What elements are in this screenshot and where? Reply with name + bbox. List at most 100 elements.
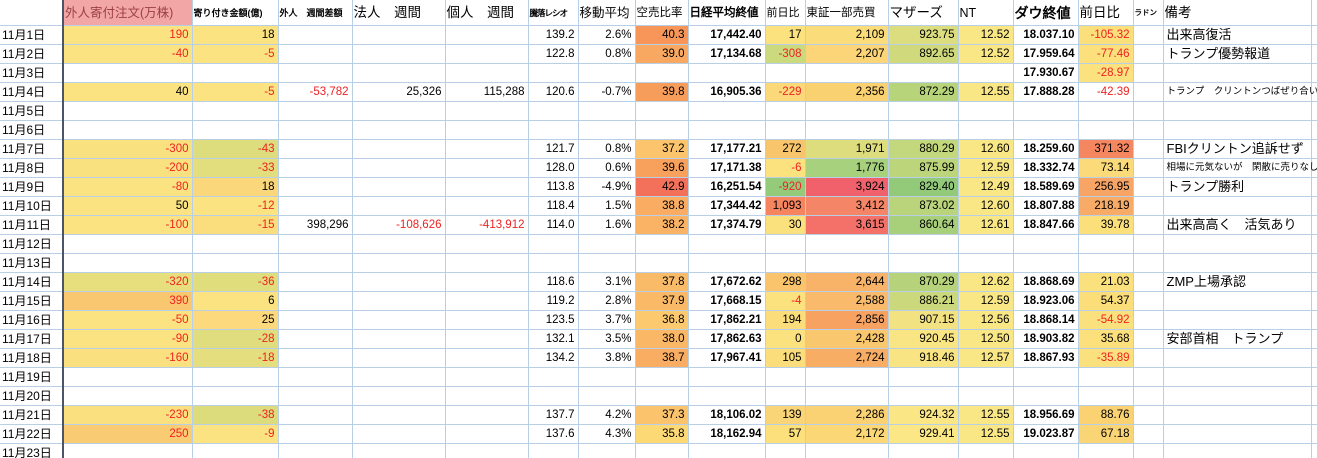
cell-opening_amount[interactable] [192, 101, 278, 120]
cell-nikkei_chg[interactable]: -6 [765, 158, 805, 177]
cell-tse1_volume[interactable]: 2,856 [805, 310, 888, 329]
cell-mothers[interactable]: 929.41 [888, 424, 958, 443]
cell-tse1_volume[interactable] [805, 253, 888, 272]
cell-nikkei_close[interactable] [688, 386, 765, 405]
cell-opening_amount[interactable]: -38 [192, 405, 278, 424]
cell-gaijin_order[interactable]: 190 [63, 25, 192, 44]
cell-nikkei_chg[interactable]: -920 [765, 177, 805, 196]
cell-short_ratio[interactable]: 37.8 [635, 272, 688, 291]
cell-nikkei_close[interactable]: 17,672.62 [688, 272, 765, 291]
cell-nt[interactable] [958, 101, 1013, 120]
cell-corp_weekly[interactable] [352, 272, 445, 291]
cell-mothers[interactable] [888, 443, 958, 458]
cell-tse1_volume[interactable] [805, 101, 888, 120]
cell-dow_close[interactable]: 18.037.10 [1013, 25, 1078, 44]
cell-foreign_weekly[interactable] [278, 424, 352, 443]
col-header-edge[interactable] [1311, 0, 1317, 25]
row-label[interactable]: 11月6日 [0, 120, 63, 139]
cell-dow_chg[interactable]: 21.03 [1078, 272, 1133, 291]
cell-indiv_weekly[interactable] [445, 443, 528, 458]
cell-remarks[interactable] [1163, 196, 1311, 215]
cell-radon[interactable] [1133, 367, 1163, 386]
cell-remarks[interactable]: 相場に元気ないが 閑散に売りなし [1163, 158, 1311, 177]
cell-foreign_weekly[interactable] [278, 405, 352, 424]
cell-dow_chg[interactable]: -28.97 [1078, 63, 1133, 82]
cell-moving_avg[interactable]: 3.7% [578, 310, 635, 329]
cell-gaijin_order[interactable]: -320 [63, 272, 192, 291]
col-header-short_ratio[interactable]: 空売比率 [635, 0, 688, 25]
cell-remarks[interactable] [1163, 310, 1311, 329]
cell-short_ratio[interactable]: 38.7 [635, 348, 688, 367]
cell-foreign_weekly[interactable]: 398,296 [278, 215, 352, 234]
cell-nikkei_chg[interactable] [765, 443, 805, 458]
cell-updown_ratio[interactable]: 137.7 [528, 405, 578, 424]
cell-foreign_weekly[interactable] [278, 139, 352, 158]
cell-gaijin_order[interactable]: -40 [63, 44, 192, 63]
cell-updown_ratio[interactable] [528, 120, 578, 139]
cell-gaijin_order[interactable] [63, 367, 192, 386]
cell-updown_ratio[interactable] [528, 367, 578, 386]
cell-radon[interactable] [1133, 329, 1163, 348]
cell-tse1_volume[interactable]: 2,172 [805, 424, 888, 443]
cell-dow_close[interactable] [1013, 367, 1078, 386]
cell-corp_weekly[interactable] [352, 443, 445, 458]
cell-corp_weekly[interactable] [352, 63, 445, 82]
cell-opening_amount[interactable]: -18 [192, 348, 278, 367]
cell-edge[interactable] [1311, 177, 1317, 196]
cell-radon[interactable] [1133, 139, 1163, 158]
cell-nt[interactable]: 12.61 [958, 215, 1013, 234]
cell-tse1_volume[interactable] [805, 63, 888, 82]
cell-tse1_volume[interactable] [805, 443, 888, 458]
cell-nikkei_close[interactable] [688, 367, 765, 386]
cell-opening_amount[interactable]: -33 [192, 158, 278, 177]
cell-dow_chg[interactable]: 88.76 [1078, 405, 1133, 424]
col-header-date[interactable] [0, 0, 63, 25]
cell-opening_amount[interactable]: -43 [192, 139, 278, 158]
cell-nikkei_chg[interactable]: 298 [765, 272, 805, 291]
cell-indiv_weekly[interactable] [445, 44, 528, 63]
col-header-foreign_weekly[interactable]: 外人 週間差額 [278, 0, 352, 25]
cell-updown_ratio[interactable]: 118.4 [528, 196, 578, 215]
cell-corp_weekly[interactable] [352, 234, 445, 253]
cell-nikkei_chg[interactable] [765, 367, 805, 386]
cell-edge[interactable] [1311, 101, 1317, 120]
cell-indiv_weekly[interactable] [445, 234, 528, 253]
cell-opening_amount[interactable]: -36 [192, 272, 278, 291]
cell-opening_amount[interactable]: -28 [192, 329, 278, 348]
cell-nikkei_chg[interactable]: 17 [765, 25, 805, 44]
cell-edge[interactable] [1311, 443, 1317, 458]
cell-remarks[interactable]: 安部首相 トランプ [1163, 329, 1311, 348]
cell-gaijin_order[interactable] [63, 234, 192, 253]
cell-mothers[interactable]: 880.29 [888, 139, 958, 158]
cell-nikkei_close[interactable]: 17,967.41 [688, 348, 765, 367]
cell-short_ratio[interactable]: 37.9 [635, 291, 688, 310]
cell-gaijin_order[interactable] [63, 443, 192, 458]
cell-nikkei_close[interactable] [688, 253, 765, 272]
cell-mothers[interactable]: 873.02 [888, 196, 958, 215]
cell-radon[interactable] [1133, 196, 1163, 215]
row-label[interactable]: 11月18日 [0, 348, 63, 367]
cell-indiv_weekly[interactable] [445, 158, 528, 177]
cell-nikkei_chg[interactable]: 272 [765, 139, 805, 158]
cell-nt[interactable] [958, 253, 1013, 272]
cell-gaijin_order[interactable] [63, 120, 192, 139]
cell-opening_amount[interactable] [192, 63, 278, 82]
cell-short_ratio[interactable]: 42.9 [635, 177, 688, 196]
cell-remarks[interactable]: 出来高復活 [1163, 25, 1311, 44]
cell-updown_ratio[interactable]: 119.2 [528, 291, 578, 310]
cell-moving_avg[interactable]: 1.5% [578, 196, 635, 215]
cell-remarks[interactable] [1163, 405, 1311, 424]
row-label[interactable]: 11月11日 [0, 215, 63, 234]
cell-nikkei_chg[interactable]: 0 [765, 329, 805, 348]
col-header-remarks[interactable]: 備考 [1163, 0, 1311, 25]
cell-opening_amount[interactable] [192, 253, 278, 272]
cell-remarks[interactable] [1163, 443, 1311, 458]
cell-moving_avg[interactable] [578, 443, 635, 458]
cell-gaijin_order[interactable] [63, 63, 192, 82]
cell-edge[interactable] [1311, 139, 1317, 158]
cell-nikkei_chg[interactable] [765, 386, 805, 405]
cell-dow_close[interactable]: 18.903.82 [1013, 329, 1078, 348]
cell-dow_close[interactable]: 18.589.69 [1013, 177, 1078, 196]
cell-moving_avg[interactable]: 4.3% [578, 424, 635, 443]
cell-nikkei_chg[interactable] [765, 253, 805, 272]
